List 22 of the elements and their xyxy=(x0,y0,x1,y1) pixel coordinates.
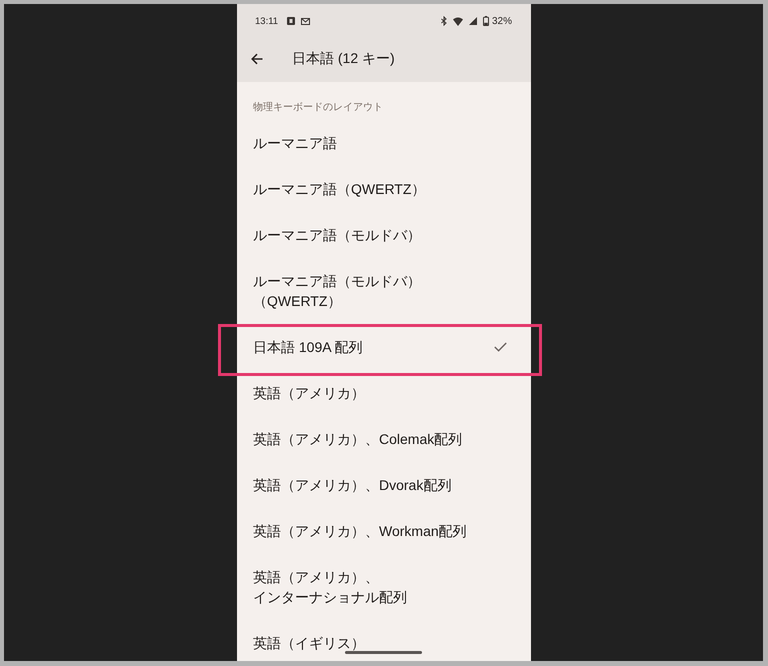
layout-option[interactable]: 英語（アメリカ）、Workman配列 xyxy=(237,508,531,554)
layout-option[interactable]: 英語（アメリカ）、Dvorak配列 xyxy=(237,462,531,508)
layout-option[interactable]: 英語（アメリカ） xyxy=(237,370,531,416)
bluetooth-icon xyxy=(440,16,447,26)
battery-percentage: 32% xyxy=(492,16,512,26)
battery-icon xyxy=(482,16,489,26)
status-time: 13:11 xyxy=(255,16,278,26)
layout-option[interactable]: ルーマニア語（モルドバ） xyxy=(237,212,531,258)
envelope-icon xyxy=(301,18,310,24)
wifi-icon xyxy=(452,16,463,26)
layout-option[interactable]: 英語（イギリス） xyxy=(237,620,531,666)
section-header: 物理キーボードのレイアウト xyxy=(252,101,384,115)
layout-option[interactable]: ルーマニア語（モルドバ）（QWERTZ） xyxy=(237,258,531,324)
layout-option[interactable]: ルーマニア語 xyxy=(237,120,531,166)
layout-option[interactable]: 英語（アメリカ）、Colemak配列 xyxy=(237,416,531,462)
back-arrow-icon xyxy=(251,53,263,65)
layout-option[interactable]: 英語（アメリカ）、インターナショナル配列 xyxy=(237,554,531,620)
page-title: 日本語 (12 キー) xyxy=(292,50,395,68)
square-icon xyxy=(287,17,296,25)
layout-option[interactable]: 日本語 109A 配列 xyxy=(237,324,531,370)
layout-option[interactable]: ルーマニア語（QWERTZ） xyxy=(237,166,531,212)
signal-icon xyxy=(468,17,477,25)
